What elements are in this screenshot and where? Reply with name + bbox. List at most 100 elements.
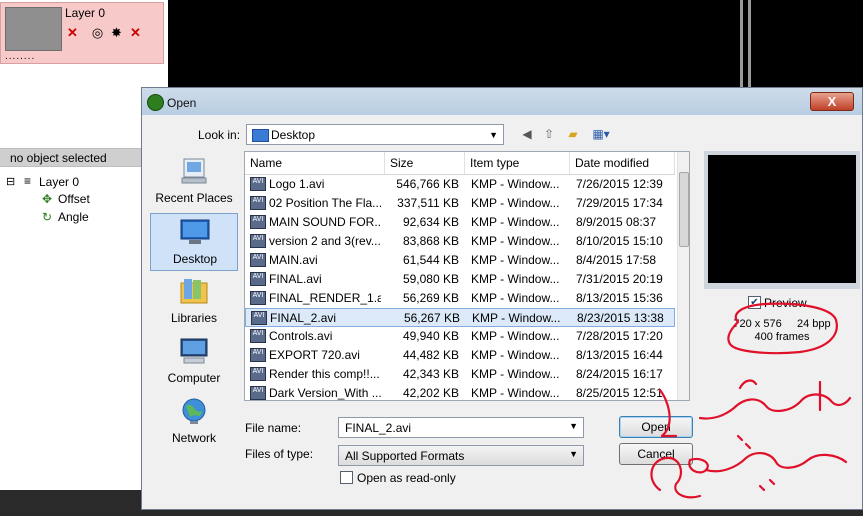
file-size: 92,634 KB [402,215,459,229]
file-name: Render this comp!!... [269,367,380,381]
place-computer[interactable]: Computer [150,333,238,391]
file-row[interactable]: AVI FINAL_2.avi 56,267 KB KMP - Window... 8/… [245,308,675,327]
avi-file-icon: AVI [250,329,266,343]
file-date: 8/23/2015 13:38 [577,311,664,325]
file-date: 8/9/2015 08:37 [576,215,657,229]
horizontal-scrollbar[interactable] [244,404,690,416]
file-size: 42,343 KB [402,367,459,381]
x-mark-icon[interactable]: ✕ [128,25,143,40]
new-folder-icon[interactable]: ▰ [564,125,582,143]
vertical-scrollbar[interactable] [677,152,689,400]
file-row[interactable]: AVI Controls.avi 49,940 KB KMP - Window... 7… [245,327,675,346]
readonly-label: Open as read-only [357,471,456,485]
collapse-icon[interactable]: ⊟ [6,175,15,188]
place-label: Recent Places [155,191,233,205]
filetype-dropdown[interactable]: All Supported Formats ▼ [338,445,584,466]
place-label: Computer [167,371,221,385]
file-size: 44,482 KB [402,348,459,362]
tree-item-offset[interactable]: Offset [58,192,90,206]
filetype-value: All Supported Formats [345,449,465,463]
file-row[interactable]: AVI Render this comp!!... 42,343 KB KMP - W… [245,365,675,384]
place-network[interactable]: Network [150,393,238,451]
file-name: EXPORT 720.avi [269,348,360,362]
burst-icon[interactable]: ✸ [109,25,124,40]
column-size[interactable]: Size [385,152,465,174]
x-mark-icon[interactable]: ✕ [65,25,80,40]
open-dialog: Open X Look in: Desktop ▼ ◀ ⇧ ▰ ▦▾ Recen… [141,87,863,510]
place-label: Libraries [170,311,218,325]
place-recent[interactable]: Recent Places [150,153,238,211]
file-row[interactable]: AVI MAIN SOUND FOR... 92,634 KB KMP - Windo… [245,213,675,232]
filename-field[interactable]: FINAL_2.avi ▼ [338,417,584,438]
avi-file-icon: AVI [250,177,266,191]
file-size: 59,080 KB [402,272,459,286]
view-menu-icon[interactable]: ▦▾ [588,125,614,143]
column-name[interactable]: Name [245,152,385,174]
back-icon[interactable]: ◀ [518,125,536,143]
object-status-text: no object selected [10,151,107,165]
preview-info: 720 x 576 24 bpp 400 frames [732,318,832,344]
network-icon [182,398,206,424]
file-date: 8/13/2015 16:44 [576,348,663,362]
file-row[interactable]: AVI EXPORT 720.avi 44,482 KB KMP - Window..… [245,346,675,365]
file-date: 8/24/2015 16:17 [576,367,663,381]
avi-file-icon: AVI [250,348,266,362]
lookin-label: Look in: [198,128,241,142]
file-row[interactable]: AVI version 2 and 3(rev... 83,868 KB KMP - … [245,232,675,251]
tree-item-layer[interactable]: Layer 0 [39,175,79,189]
lookin-dropdown[interactable]: Desktop ▼ [246,124,504,145]
cancel-button[interactable]: Cancel [619,443,693,465]
file-size: 337,511 KB [397,196,459,210]
place-desktop[interactable]: Desktop [150,213,238,271]
avi-file-icon: AVI [250,196,266,210]
file-name: MAIN SOUND FOR... [269,215,381,229]
file-size: 42,202 KB [402,386,459,400]
file-type: KMP - Window... [472,311,561,325]
title-bar[interactable]: Open X [142,88,862,115]
file-row[interactable]: AVI FINAL_RENDER_1.avi 56,269 KB KMP - Wind… [245,289,675,308]
file-date: 8/13/2015 15:36 [576,291,663,305]
libraries-icon [180,279,208,304]
place-label: Network [171,431,216,445]
readonly-checkbox[interactable] [340,471,353,484]
app-icon [147,94,164,111]
filename-value: FINAL_2.avi [345,421,412,435]
column-type[interactable]: Item type [465,152,570,174]
list-icon: ≡ [24,174,32,188]
place-libraries[interactable]: Libraries [150,273,238,331]
chevron-down-icon: ▼ [489,130,498,140]
avi-file-icon: AVI [251,311,267,325]
file-date: 7/31/2015 20:19 [576,272,663,286]
file-name: Controls.avi [269,329,333,343]
preview-checkbox[interactable]: ✔ [748,296,761,309]
target-icon[interactable]: ◎ [90,25,105,40]
list-header: Name Size Item type Date modified [245,152,675,175]
column-date[interactable]: Date modified [570,152,675,174]
scroll-thumb[interactable] [679,172,689,247]
file-name: MAIN.avi [269,253,318,267]
file-row[interactable]: AVI FINAL.avi 59,080 KB KMP - Window... 7/31… [245,270,675,289]
file-name: FINAL_2.avi [270,311,337,325]
file-row[interactable]: AVI Logo 1.avi 546,766 KB KMP - Window... 7/… [245,175,675,194]
places-bar: Recent Places Desktop Libraries Computer… [146,153,242,445]
file-size: 546,766 KB [396,177,459,191]
chevron-down-icon: ▼ [569,449,578,459]
file-list[interactable]: Name Size Item type Date modified AVI Log… [244,151,690,401]
file-row[interactable]: AVI 02 Position The Fla... 337,511 KB KMP -… [245,194,675,213]
open-button[interactable]: Open [619,416,693,438]
preview-dimensions: 720 x 576 24 bpp [733,318,831,330]
file-name: version 2 and 3(rev... [269,234,381,248]
file-size: 61,544 KB [402,253,459,267]
file-size: 56,267 KB [403,311,460,325]
layer-dots: ........ [5,51,36,62]
up-folder-icon[interactable]: ⇧ [540,125,558,143]
file-date: 8/4/2015 17:58 [576,253,657,267]
close-button[interactable]: X [810,92,854,111]
file-row[interactable]: AVI Dark Version_With ... 42,202 KB KMP - W… [245,384,675,400]
layer-panel[interactable]: Layer 0 ✕ ◎ ✸ ✕ ........ [0,2,164,64]
chevron-down-icon[interactable]: ▼ [569,421,578,431]
tree-item-angle[interactable]: Angle [58,210,89,224]
file-type: KMP - Window... [471,291,560,305]
preview-panel [704,151,860,289]
file-row[interactable]: AVI MAIN.avi 61,544 KB KMP - Window... 8/4/2… [245,251,675,270]
